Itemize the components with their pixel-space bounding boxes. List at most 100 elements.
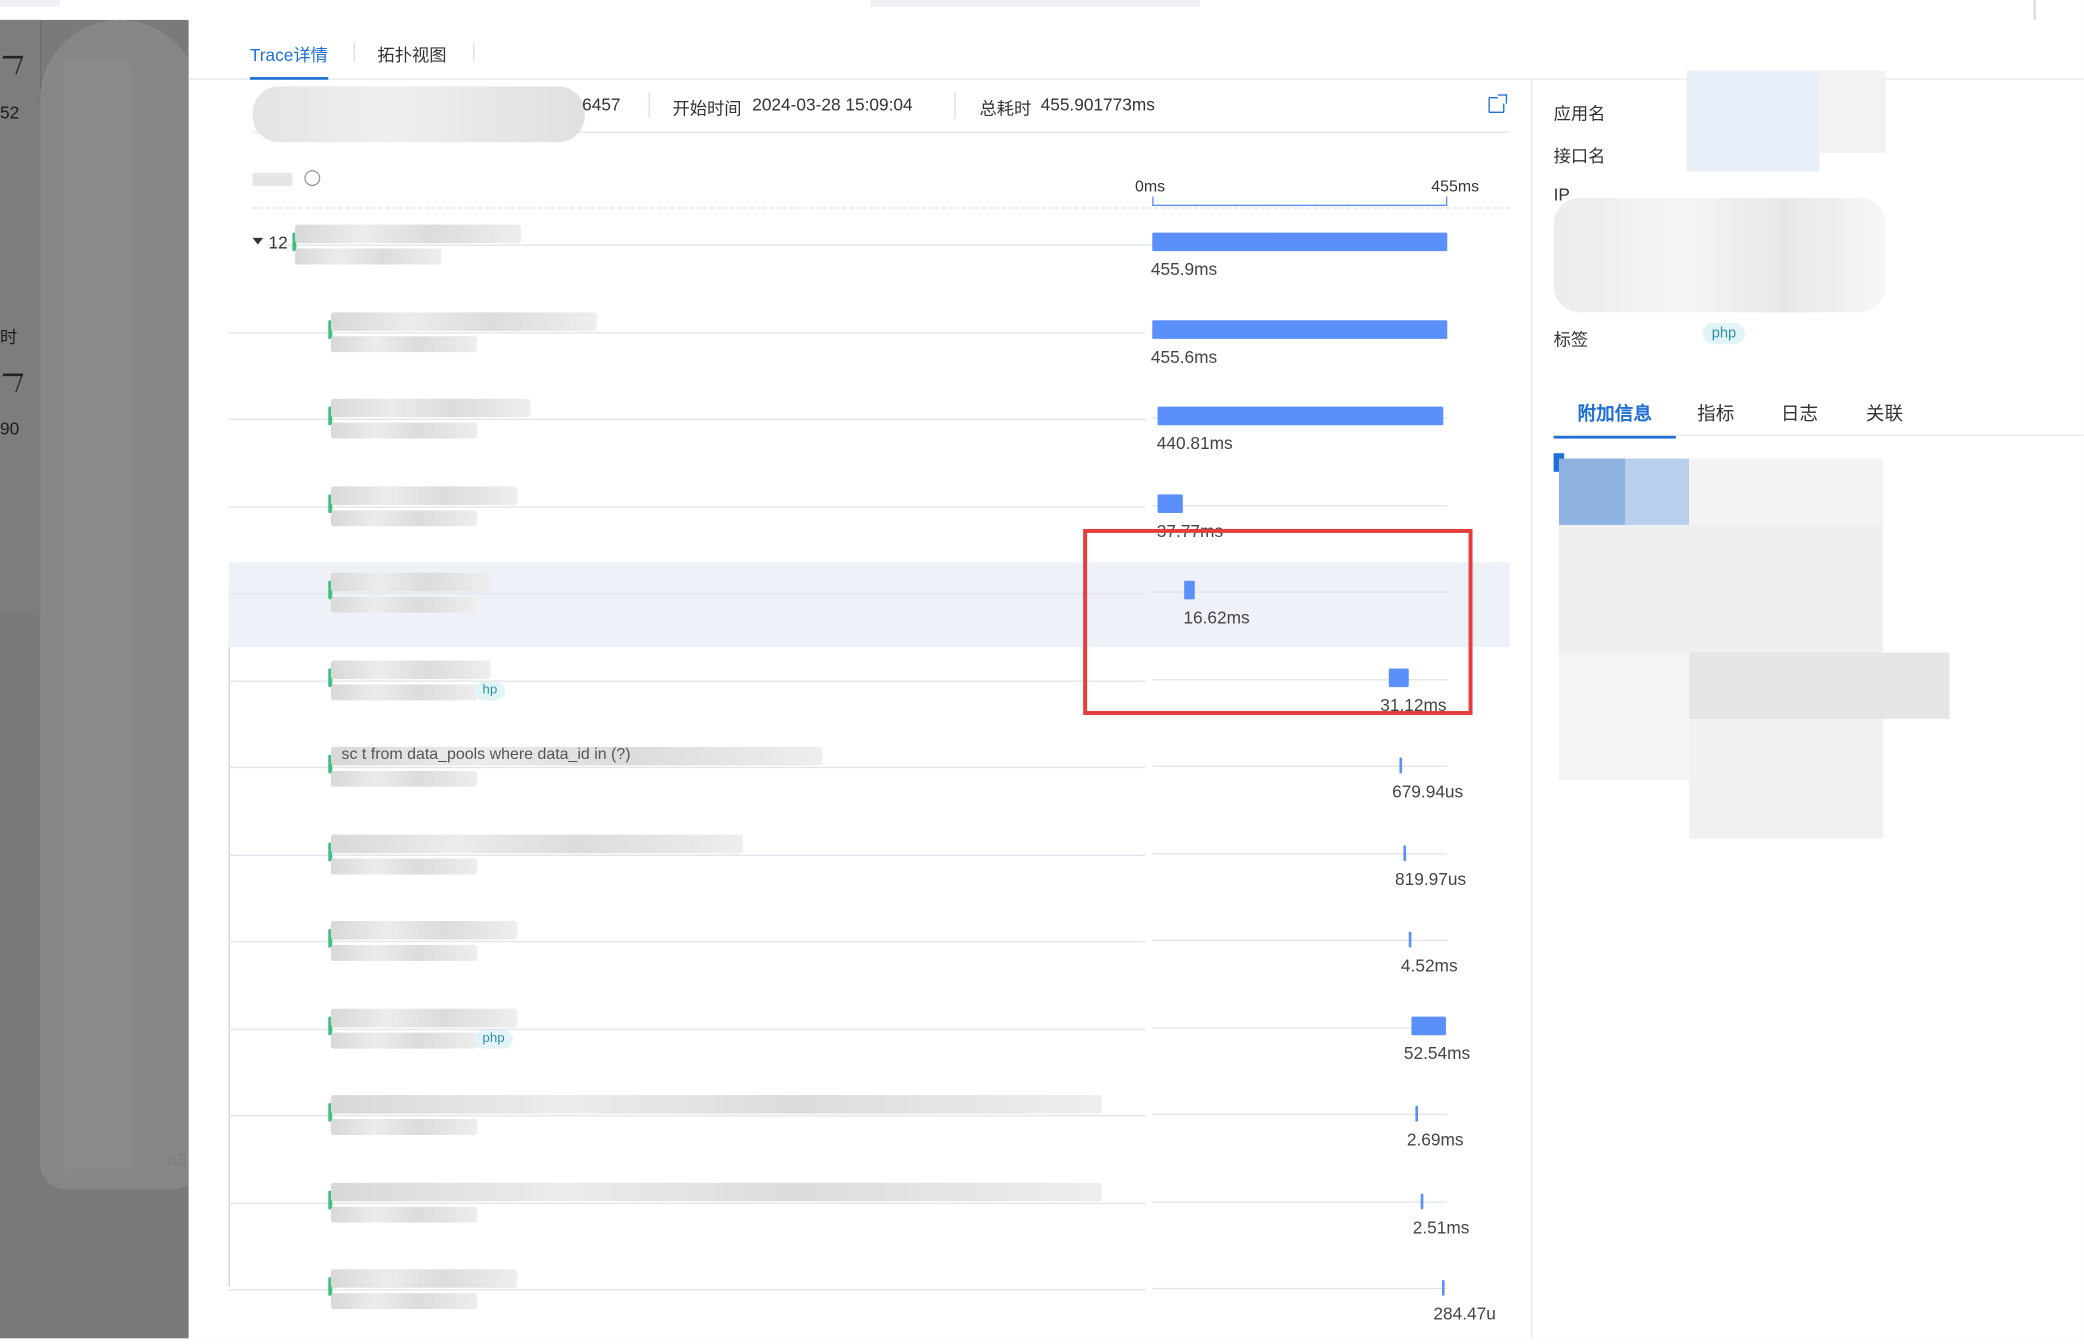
- tab-metrics[interactable]: 指标: [1697, 400, 1734, 427]
- collapse-caret-icon[interactable]: [252, 237, 264, 245]
- span-duration-bar[interactable]: [1411, 1016, 1446, 1035]
- redacted-span-name: [330, 398, 531, 418]
- redacted-span-service: [330, 422, 478, 439]
- redacted-trace-id: [252, 86, 585, 143]
- total-time-value: 455.901773ms: [1040, 94, 1155, 115]
- redacted-span-name: [330, 311, 597, 331]
- span-duration-label: 284.47u: [1433, 1303, 1496, 1324]
- tab-logs[interactable]: 日志: [1781, 400, 1818, 427]
- span-row[interactable]: 2.69ms: [228, 1084, 1510, 1169]
- scale-start: 0ms: [1134, 176, 1166, 196]
- span-duration-bar[interactable]: [1414, 1105, 1418, 1122]
- span-name: sc t from data_pools where data_id in (?…: [341, 744, 631, 763]
- span-duration-bar[interactable]: [1158, 493, 1183, 513]
- redacted-span-name: [330, 572, 491, 592]
- span-row[interactable]: 455.6ms: [228, 301, 1510, 386]
- span-duration-bar[interactable]: [1420, 1192, 1424, 1209]
- trace-detail-drawer: Trace详情 拓扑视图 6457 开始时间 2024-03-28 15:09:…: [188, 19, 2084, 1339]
- span-timeline-track: [1152, 939, 1448, 941]
- redacted-span-service: [330, 596, 478, 613]
- redacted-span-service: [330, 509, 478, 526]
- span-duration-label: 2.51ms: [1412, 1216, 1470, 1237]
- php-tag: php: [1702, 322, 1746, 345]
- span-duration-label: 4.52ms: [1400, 955, 1458, 976]
- span-tag: hp: [474, 681, 506, 700]
- tab-extra-info[interactable]: 附加信息: [1553, 400, 1676, 439]
- span-row[interactable]: 4.52ms: [228, 910, 1510, 995]
- start-time-label: 开始时间: [672, 98, 742, 119]
- span-timeline-track: [1152, 1026, 1448, 1028]
- span-timeline-track: [1152, 504, 1448, 506]
- redacted-span-service: [330, 683, 478, 700]
- background-list: 52 时 90 a8: [0, 19, 200, 1339]
- detail-sub-tabs: 附加信息 指标 日志 关联: [1553, 392, 2084, 439]
- redacted-span-service: [330, 770, 478, 787]
- span-duration-bar[interactable]: [1403, 844, 1406, 861]
- span-timeline-track: [1152, 1200, 1448, 1203]
- redacted-span-name: [330, 920, 517, 940]
- span-duration-label: 455.9ms: [1150, 259, 1218, 280]
- span-row[interactable]: 284.47u: [228, 1259, 1510, 1344]
- redacted-span-service: [330, 857, 478, 874]
- span-row[interactable]: 2.51ms: [228, 1172, 1510, 1257]
- redacted-span-service: [330, 335, 478, 352]
- span-timeline-track: [1152, 1113, 1448, 1116]
- screen: 52 时 90 a8 Trace详情 拓扑视图 6457 开始时间 2024-0…: [0, 0, 2084, 1339]
- redacted-span-service: [330, 1206, 478, 1223]
- span-row[interactable]: 440.81ms: [228, 388, 1510, 473]
- tab-trace-detail[interactable]: Trace详情: [249, 41, 328, 80]
- span-row[interactable]: php 52.54ms: [228, 997, 1510, 1082]
- trace-id-tail: 6457: [582, 94, 621, 115]
- span-row[interactable]: 12 455.9ms: [229, 214, 1510, 299]
- background-topbar: [0, 0, 2084, 22]
- redacted-span-name: [295, 224, 521, 244]
- span-duration-bar[interactable]: [1158, 406, 1444, 426]
- span-timeline-track: [1152, 1287, 1448, 1290]
- redacted-span-service: [330, 944, 478, 961]
- tab-related[interactable]: 关联: [1866, 400, 1903, 427]
- redacted-span-name: [330, 485, 517, 505]
- total-time-label: 总耗时: [979, 98, 1032, 119]
- start-time-value: 2024-03-28 15:09:04: [752, 94, 913, 115]
- trace-info-bar: 6457 开始时间 2024-03-28 15:09:04 总耗时 455.90…: [252, 78, 1510, 143]
- scale-end: 455ms: [1431, 176, 1480, 196]
- tags-label: 标签: [1553, 329, 1589, 350]
- redacted-span-name: [330, 1182, 1102, 1201]
- span-duration-bar[interactable]: [1152, 232, 1448, 252]
- span-duration-bar[interactable]: [1408, 931, 1412, 948]
- redacted-span-name: [330, 1095, 1102, 1114]
- bg-text: 52: [0, 102, 20, 123]
- span-duration-label: 52.54ms: [1403, 1042, 1471, 1063]
- span-tag: php: [474, 1029, 513, 1048]
- span-row[interactable]: sc t from data_pools where data_id in (?…: [228, 736, 1510, 821]
- redacted-span-service: [295, 248, 442, 265]
- timeline-scale: 0ms 455ms: [1135, 174, 1479, 209]
- column-label-redacted: [252, 170, 321, 190]
- tab-topology[interactable]: 拓扑视图: [377, 41, 446, 66]
- span-duration-bar[interactable]: [1152, 319, 1448, 339]
- redacted-span-name: [330, 659, 491, 679]
- bg-text: 90: [0, 418, 20, 439]
- external-link-icon[interactable]: [1488, 94, 1508, 113]
- info-icon: [304, 170, 321, 187]
- span-detail-panel: 应用名 接口名 IP 标签 php 附加信息 指标 日志 关联: [1553, 70, 2084, 1338]
- span-duration-label: 2.69ms: [1406, 1129, 1464, 1150]
- span-duration-label: 679.94us: [1392, 781, 1464, 802]
- span-duration-label: 440.81ms: [1156, 433, 1233, 454]
- redacted-values: [1553, 70, 1886, 313]
- redacted-span-name: [330, 833, 743, 853]
- redacted-span-name: [330, 1269, 517, 1288]
- span-row[interactable]: 819.97us: [228, 823, 1510, 908]
- span-duration-bar[interactable]: [1441, 1279, 1445, 1296]
- redacted-extra-info: [1553, 453, 1953, 839]
- bg-text: 时: [0, 326, 18, 347]
- span-duration-label: 455.6ms: [1150, 346, 1218, 367]
- span-duration-label: 819.97us: [1395, 868, 1467, 889]
- redacted-span-service: [330, 1119, 478, 1135]
- span-timeline-track: [1152, 765, 1448, 767]
- highlight-annotation: [1083, 528, 1473, 716]
- redacted-span-service: [330, 1293, 478, 1310]
- redacted-span-service: [330, 1031, 478, 1048]
- child-count: 12: [268, 232, 288, 253]
- redacted-span-name: [330, 1008, 517, 1027]
